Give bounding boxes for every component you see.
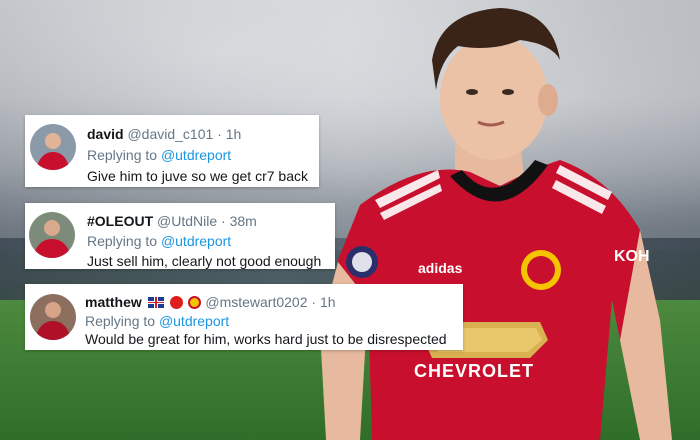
- reply-mention-link[interactable]: @utdreport: [159, 313, 229, 329]
- tweet-time[interactable]: 1h: [226, 126, 242, 142]
- tweet-time[interactable]: 38m: [230, 213, 257, 229]
- tweet-text: Would be great for him, works hard just …: [85, 331, 447, 347]
- tweet-author-handle[interactable]: @david_c101: [127, 126, 213, 142]
- replying-label: Replying to: [85, 313, 156, 329]
- replying-label: Replying to: [87, 147, 158, 163]
- shirt-sponsor-text: CHEVROLET: [414, 361, 535, 381]
- tweet-text: Just sell him, clearly not good enough: [87, 253, 322, 269]
- club-crest-icon: [188, 296, 202, 309]
- tweet-time[interactable]: 1h: [320, 294, 336, 310]
- shirt-brand-text: adidas: [418, 260, 463, 276]
- player-avatar-icon[interactable]: [30, 294, 76, 340]
- replying-label: Replying to: [87, 233, 158, 249]
- uk-flag-icon: [147, 297, 164, 308]
- tweet-separator: ·: [221, 213, 226, 229]
- tweet-separator: ·: [217, 126, 222, 142]
- tweet-author-name[interactable]: david: [87, 126, 124, 142]
- tweet-separator: ·: [311, 294, 317, 310]
- red-circle-icon: [169, 296, 183, 309]
- tweet-card[interactable]: #OLEOUT @UtdNile · 38m Replying to @utdr…: [25, 203, 335, 269]
- player-avatar-icon[interactable]: [30, 124, 76, 170]
- tweet-card[interactable]: matthew @mstewart0202 · 1h Replying to @…: [25, 284, 463, 350]
- sleeve-sponsor-text: KOH: [614, 248, 650, 265]
- tweet-text: Give him to juve so we get cr7 back: [87, 168, 308, 184]
- tweet-author-handle[interactable]: @UtdNile: [157, 213, 217, 229]
- tweet-author-name[interactable]: matthew: [85, 294, 142, 310]
- reply-mention-link[interactable]: @utdreport: [161, 233, 231, 249]
- player-avatar-icon[interactable]: [29, 212, 75, 258]
- tweet-author-handle[interactable]: @mstewart0202: [205, 294, 307, 310]
- tweet-card[interactable]: david @david_c101 · 1h Replying to @utdr…: [25, 115, 319, 187]
- reply-mention-link[interactable]: @utdreport: [161, 147, 231, 163]
- tweet-author-name[interactable]: #OLEOUT: [87, 213, 153, 229]
